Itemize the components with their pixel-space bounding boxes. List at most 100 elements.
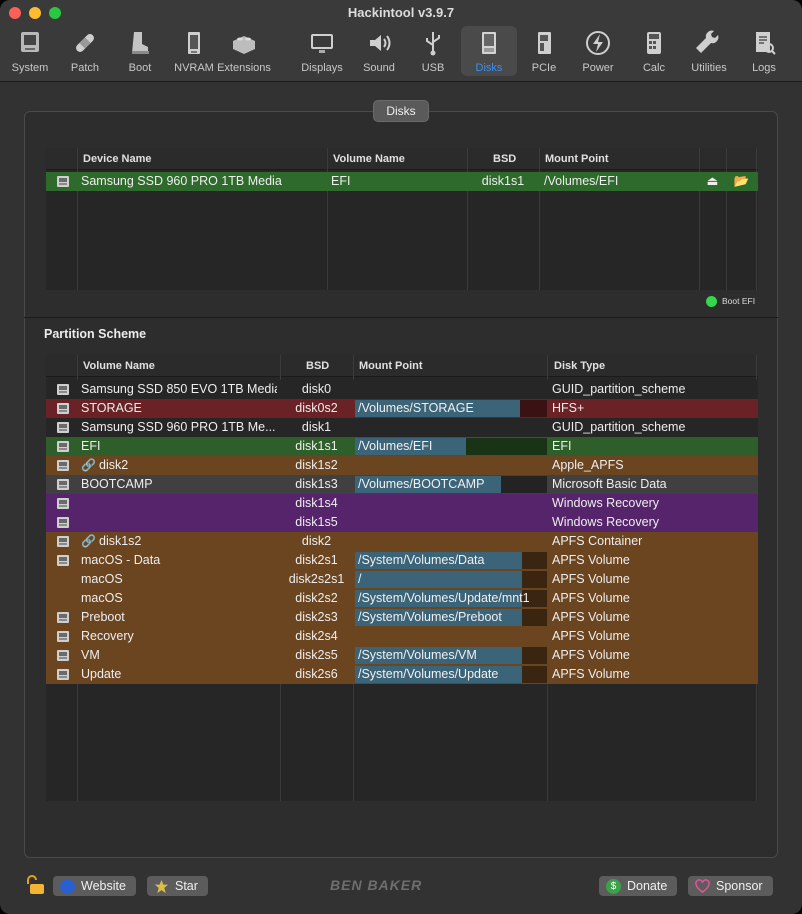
partition-row[interactable]: Samsung SSD 850 EVO 1TB Media disk0 GUID_p… bbox=[46, 380, 758, 399]
volume-name-text: disk2 bbox=[99, 458, 129, 472]
column-bsd[interactable]: BSD bbox=[493, 148, 516, 170]
internal-disk-icon bbox=[57, 650, 69, 661]
mount-usage-bar: /Volumes/EFI bbox=[355, 438, 547, 455]
partition-row[interactable]: Recovery disk2s4 APFS Volume bbox=[46, 627, 758, 646]
internal-disk-icon bbox=[57, 422, 69, 433]
bsd-cell: disk1s1 bbox=[481, 174, 525, 188]
column-disk-type[interactable]: Disk Type bbox=[554, 355, 605, 377]
volume-name-cell bbox=[81, 513, 277, 532]
partition-row[interactable]: BOOTCAMP disk1s3/Volumes/BOOTCAMP Microsof… bbox=[46, 475, 758, 494]
volume-name-text: Preboot bbox=[81, 610, 125, 624]
volume-name-cell: EFI bbox=[331, 174, 351, 188]
column-device-name[interactable]: Device Name bbox=[83, 148, 152, 170]
toolbar-system-button[interactable]: System bbox=[2, 26, 58, 76]
disks-table[interactable]: Device Name Volume Name BSD Mount Point … bbox=[46, 148, 758, 290]
star-button-label: Star bbox=[175, 879, 198, 893]
sponsor-button[interactable]: Sponsor bbox=[688, 876, 773, 896]
toolbar-label: Extensions bbox=[217, 62, 271, 74]
partition-row[interactable]: 🔗 disk2 disk1s2 Apple_APFS bbox=[46, 456, 758, 475]
partition-row[interactable]: disk1s4 Windows Recovery bbox=[46, 494, 758, 513]
partition-row[interactable]: Update disk2s6/System/Volumes/Update APFS … bbox=[46, 665, 758, 684]
star-button[interactable]: Star bbox=[147, 876, 208, 896]
volume-name-text: Samsung SSD 850 EVO 1TB Media bbox=[81, 382, 277, 396]
volume-name-cell: macOS bbox=[81, 570, 277, 589]
partition-row[interactable]: macOS disk2s2/System/Volumes/Update/mnt1 A… bbox=[46, 589, 758, 608]
calculator-icon bbox=[647, 32, 661, 54]
volume-name-cell: macOS - Data bbox=[81, 551, 277, 570]
unlocked-padlock-icon[interactable] bbox=[24, 874, 46, 896]
disk-row[interactable]: Samsung SSD 960 PRO 1TB Media EFI disk1s1 /… bbox=[46, 172, 758, 191]
volume-name-cell: Recovery bbox=[81, 627, 277, 646]
mount-usage-bar: /System/Volumes/Update/mnt1 bbox=[355, 590, 547, 607]
eject-icon[interactable]: ⏏ bbox=[699, 172, 726, 191]
mount-point-text: /System/Volumes/VM bbox=[358, 648, 477, 662]
volume-name-cell: BOOTCAMP bbox=[81, 475, 277, 494]
partition-row[interactable]: 🔗 disk1s2 disk2 APFS Container bbox=[46, 532, 758, 551]
log-document-icon bbox=[756, 32, 776, 55]
boot-efi-label: Boot EFI bbox=[722, 296, 756, 306]
mount-point-text: / bbox=[358, 572, 362, 586]
column-mount-point[interactable]: Mount Point bbox=[359, 355, 423, 377]
app-window: Hackintool v3.9.7 System Patch Boot NVRAM Ex… bbox=[0, 0, 802, 914]
device-name-cell: Samsung SSD 960 PRO 1TB Media bbox=[81, 174, 282, 188]
partition-row[interactable]: macOS - Data disk2s1/System/Volumes/Data A… bbox=[46, 551, 758, 570]
toolbar-disks-button[interactable]: Disks bbox=[461, 26, 517, 76]
toolbar-displays-button[interactable]: Displays bbox=[294, 26, 350, 76]
heart-icon bbox=[695, 879, 710, 894]
volume-name-text: macOS - Data bbox=[81, 553, 161, 567]
internal-disk-icon bbox=[57, 536, 69, 547]
internal-disk-icon bbox=[57, 517, 69, 528]
toolbar-usb-button[interactable]: USB bbox=[405, 26, 461, 76]
disk-type-cell: GUID_partition_scheme bbox=[552, 382, 686, 396]
website-button[interactable]: Website bbox=[53, 876, 136, 896]
pcie-card-icon bbox=[538, 32, 551, 54]
toolbar-utilities-button[interactable]: Utilities bbox=[681, 26, 737, 76]
partition-row[interactable]: STORAGE disk0s2/Volumes/STORAGE HFS+ bbox=[46, 399, 758, 418]
mount-point-text: /System/Volumes/Update/mnt1 bbox=[358, 591, 530, 605]
column-volume-name[interactable]: Volume Name bbox=[333, 148, 405, 170]
bsd-cell: disk1s5 bbox=[295, 515, 338, 529]
disk-type-cell: APFS Volume bbox=[552, 629, 630, 643]
toolbar-logs-button[interactable]: Logs bbox=[736, 26, 792, 76]
internal-disk-icon bbox=[57, 498, 69, 509]
volume-name-text: Samsung SSD 960 PRO 1TB Me... bbox=[81, 420, 276, 434]
column-volume-name[interactable]: Volume Name bbox=[83, 355, 155, 377]
open-folder-icon[interactable]: 📂 bbox=[727, 172, 756, 191]
internal-disk-icon bbox=[57, 669, 69, 680]
partition-row[interactable]: disk1s5 Windows Recovery bbox=[46, 513, 758, 532]
partition-row[interactable]: Preboot disk2s3/System/Volumes/Preboot APF… bbox=[46, 608, 758, 627]
column-mount-point[interactable]: Mount Point bbox=[545, 148, 609, 170]
partition-row[interactable]: EFI disk1s1/Volumes/EFI EFI bbox=[46, 437, 758, 456]
mount-point-text: /Volumes/STORAGE bbox=[358, 401, 474, 415]
partition-row[interactable]: VM disk2s5/System/Volumes/VM APFS Volume bbox=[46, 646, 758, 665]
volume-name-cell: Samsung SSD 850 EVO 1TB Media bbox=[81, 380, 277, 399]
power-bolt-icon bbox=[586, 31, 610, 55]
donate-button[interactable]: $ Donate bbox=[599, 876, 678, 896]
toolbar-label: Logs bbox=[752, 62, 776, 74]
disk-type-cell: APFS Volume bbox=[552, 648, 630, 662]
partition-scheme-title: Partition Scheme bbox=[44, 327, 147, 341]
partition-scheme-table[interactable]: Volume Name BSD Mount Point Disk Type Sa… bbox=[46, 355, 758, 801]
internal-disk-icon bbox=[57, 441, 69, 452]
toolbar-calc-button[interactable]: Calc bbox=[626, 26, 682, 76]
usb-icon bbox=[426, 32, 440, 56]
wrench-icon bbox=[696, 30, 719, 53]
toolbar-power-button[interactable]: Power bbox=[570, 26, 626, 76]
partition-row[interactable]: macOS disk2s2s1 / APFS Volume bbox=[46, 570, 758, 589]
volume-name-text: STORAGE bbox=[81, 401, 142, 415]
disks-group-tab[interactable]: Disks bbox=[373, 100, 429, 122]
disk-type-cell: APFS Volume bbox=[552, 572, 630, 586]
partition-table-header: Volume Name BSD Mount Point Disk Type bbox=[46, 355, 758, 377]
volume-name-text: EFI bbox=[81, 439, 101, 453]
bsd-cell: disk2s1 bbox=[295, 553, 338, 567]
volume-name-cell: Update bbox=[81, 665, 277, 684]
toolbar-extensions-button[interactable]: Extensions bbox=[216, 26, 272, 76]
bsd-cell: disk2s6 bbox=[295, 667, 338, 681]
star-icon bbox=[154, 879, 169, 894]
partition-row[interactable]: Samsung SSD 960 PRO 1TB Me... disk1 GUID_p… bbox=[46, 418, 758, 437]
bsd-cell: disk2s5 bbox=[295, 648, 338, 662]
volume-name-text: Recovery bbox=[81, 629, 134, 643]
column-bsd[interactable]: BSD bbox=[306, 355, 329, 377]
mount-usage-bar: /System/Volumes/Data bbox=[355, 552, 547, 569]
toolbar-patch-button[interactable]: Patch bbox=[57, 26, 113, 76]
